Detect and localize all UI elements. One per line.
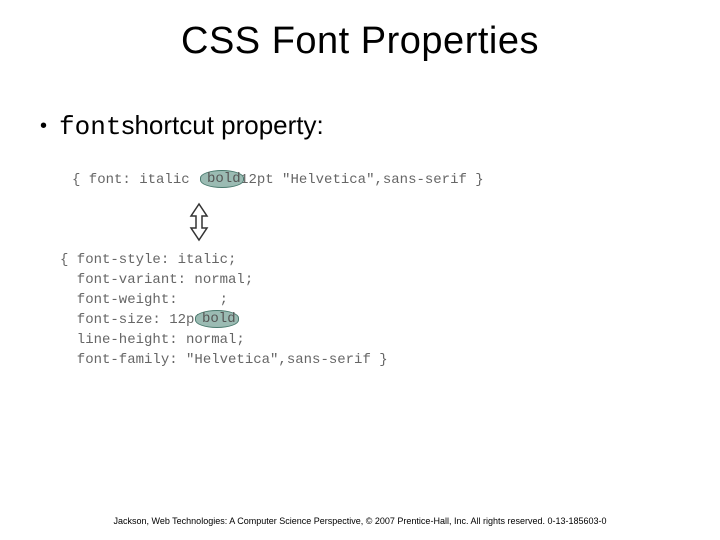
code-long-l5: line-height: normal; [60,332,245,348]
code-long-l3-after: ; [220,292,228,308]
highlight-bold-bottom: bold [195,310,239,328]
bullet-line: • font shortcut property: [40,110,324,142]
code-long-l1: { font-style: italic; [60,252,236,268]
equivalence-arrow-icon [186,202,212,247]
footer-citation: Jackson, Web Technologies: A Computer Sc… [0,516,720,526]
code-long-l2: font-variant: normal; [60,272,253,288]
bullet-text: shortcut property: [121,110,323,141]
code-short-before: { font: italic [72,172,198,188]
slide: CSS Font Properties • font shortcut prop… [0,0,720,540]
code-long-l3-before: font-weight: [60,292,186,308]
code-long-l4: font-size: 12pt; [60,312,211,328]
highlight-bold-top: bold [200,170,244,188]
bullet-icon: • [40,115,47,138]
slide-title: CSS Font Properties [0,20,720,63]
code-short-after: 12pt "Helvetica",sans-serif } [232,172,484,188]
code-shorthand: { font: italic bold 12pt "Helvetica",san… [72,170,484,190]
bullet-code-word: font [59,112,121,142]
code-long-l6: font-family: "Helvetica",sans-serif } [60,352,388,368]
